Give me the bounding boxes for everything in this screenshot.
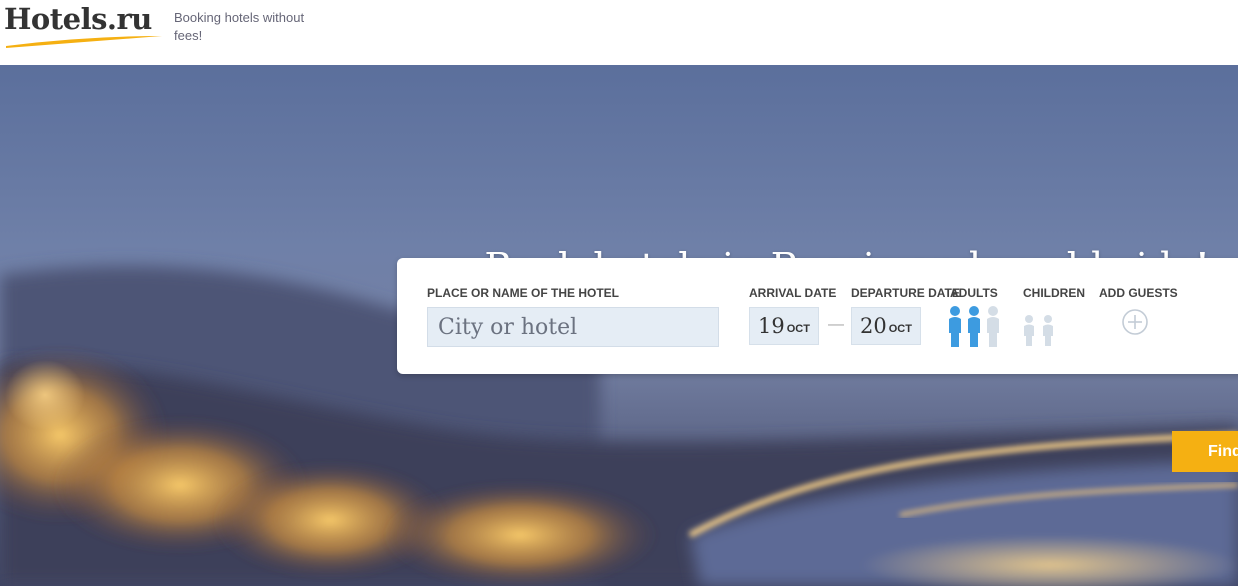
find-button[interactable]: Find xyxy=(1172,431,1238,472)
date-separator: — xyxy=(828,316,844,333)
child-1-person-icon[interactable] xyxy=(1023,314,1035,346)
logo[interactable]: Hotels.ru xyxy=(4,0,164,52)
arrival-day: 19 xyxy=(758,314,785,338)
adult-1-person-icon[interactable] xyxy=(948,305,962,347)
adult-3-person-icon[interactable] xyxy=(986,305,1000,347)
tagline: Booking hotels without fees! xyxy=(174,10,305,43)
arrival-date-label: ARRIVAL DATE xyxy=(749,286,837,300)
child-2-person-icon[interactable] xyxy=(1042,314,1054,346)
adults-label: ADULTS xyxy=(950,286,998,300)
site-header: Hotels.ru Booking hotels without fees! xyxy=(0,0,1238,65)
logo-text: Hotels.ru xyxy=(4,2,152,36)
departure-date-label: DEPARTURE DATE xyxy=(851,286,960,300)
children-label: CHILDREN xyxy=(1023,286,1085,300)
departure-date-picker[interactable]: 20 OCT xyxy=(851,307,921,345)
departure-month: OCT xyxy=(888,323,912,335)
place-input[interactable] xyxy=(427,307,719,347)
logo-swoosh-icon xyxy=(6,36,162,48)
adult-2-person-icon[interactable] xyxy=(967,305,981,347)
departure-day: 20 xyxy=(860,314,887,338)
place-label: PLACE OR NAME OF THE HOTEL xyxy=(427,286,619,300)
add-guests-label: ADD GUESTS xyxy=(1099,286,1178,300)
arrival-month: OCT xyxy=(786,323,810,335)
arrival-date-picker[interactable]: 19 OCT xyxy=(749,307,819,345)
hotel-search-form: PLACE OR NAME OF THE HOTEL ARRIVAL DATE … xyxy=(397,258,1238,374)
add-guests-plus-circle-icon[interactable] xyxy=(1122,309,1148,335)
